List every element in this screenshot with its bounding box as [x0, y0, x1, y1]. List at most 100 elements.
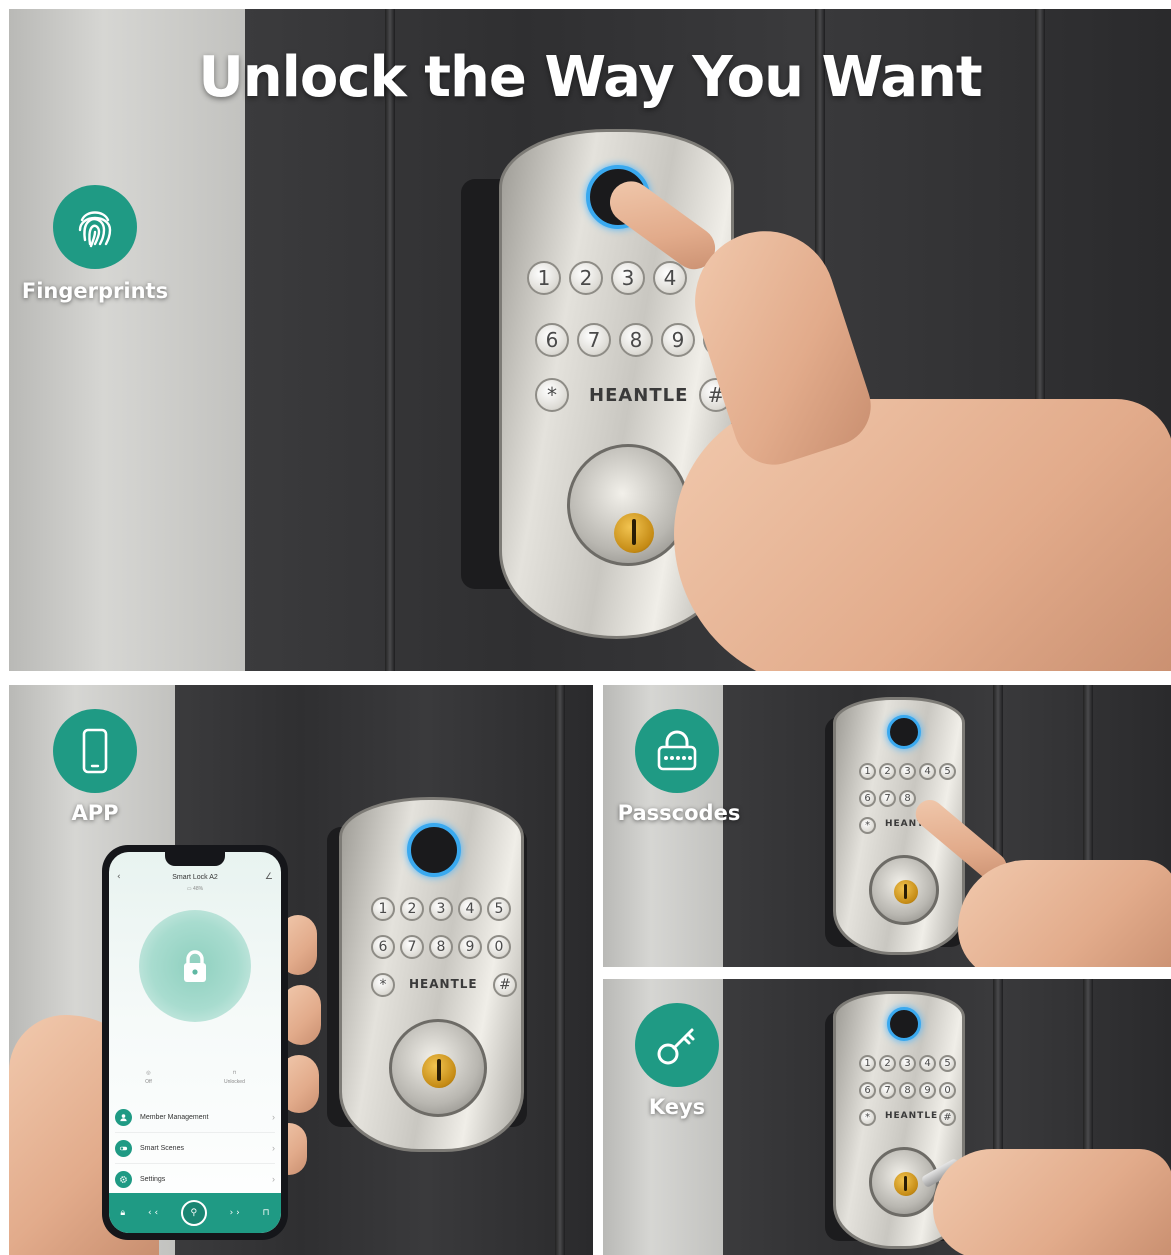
app-menu: Member Management › Smart Scenes › Setti…: [115, 1102, 275, 1195]
key-5[interactable]: 5: [939, 1055, 956, 1072]
keys-label: Keys: [648, 1095, 706, 1119]
brand-logo: HEANTLE: [409, 977, 478, 991]
unlock-slider-bar[interactable]: 🔒︎ ‹ ‹ ⚲ › › ⊓: [109, 1193, 281, 1233]
fingerprint-icon: [78, 211, 112, 248]
key-9[interactable]: 9: [919, 1082, 936, 1099]
fingerprint-badge: [53, 185, 137, 269]
keypad-row-1: 1 2 3 4 5: [859, 763, 956, 780]
key-star[interactable]: *: [859, 1109, 876, 1126]
toggle-icon: [115, 1139, 132, 1157]
key-6[interactable]: 6: [371, 935, 395, 959]
edit-icon[interactable]: ∠: [265, 872, 273, 882]
key-8[interactable]: 8: [619, 323, 653, 357]
keys-panel: Keys 1 2 3 4 5 6 7 8 9 0 * HEANTLE #: [603, 979, 1171, 1255]
key-icon: ⚲: [190, 1208, 198, 1218]
padlock-icon: [184, 950, 206, 982]
key-2[interactable]: 2: [879, 1055, 896, 1072]
key-hash[interactable]: #: [493, 973, 517, 997]
key-2[interactable]: 2: [569, 261, 603, 295]
fingerprint-panel: Unlock the Way You Want Fingerprints 1 2…: [9, 9, 1171, 671]
menu-item-settings[interactable]: Settings ›: [115, 1164, 275, 1195]
user-icon: [115, 1108, 132, 1126]
app-badge: [53, 709, 137, 793]
key-8[interactable]: 8: [899, 790, 916, 807]
keypad-row-1: 1 2 3 4 5: [371, 897, 511, 921]
app-panel: APP 1 2 3 4 5 6 7 8 9 0 * HEANTLE # ‹ Sm…: [9, 685, 593, 1255]
key-3[interactable]: 3: [899, 1055, 916, 1072]
lock-toggle[interactable]: [139, 910, 251, 1022]
key-star[interactable]: *: [535, 378, 569, 412]
power-icon: ◎: [146, 1070, 151, 1076]
key-5[interactable]: 5: [487, 897, 511, 921]
key-0[interactable]: 0: [939, 1082, 956, 1099]
key-8[interactable]: 8: [429, 935, 453, 959]
key-4[interactable]: 4: [458, 897, 482, 921]
key-0[interactable]: 0: [487, 935, 511, 959]
battery-text: 48%: [193, 886, 204, 892]
app-screen: ‹ Smart Lock A2 ∠ ▭ 48% ◎Off ⊓Unlocked: [109, 852, 281, 1233]
brand-logo: HEANTLE: [885, 1111, 939, 1121]
smartphone: ‹ Smart Lock A2 ∠ ▭ 48% ◎Off ⊓Unlocked: [102, 845, 288, 1240]
chevron-right-icon: ›: [272, 1174, 275, 1184]
key-9[interactable]: 9: [458, 935, 482, 959]
key-4[interactable]: 4: [919, 763, 936, 780]
key-3[interactable]: 3: [899, 763, 916, 780]
key-star[interactable]: *: [859, 817, 876, 834]
menu-item-smart-scenes[interactable]: Smart Scenes ›: [115, 1133, 275, 1164]
key-star[interactable]: *: [371, 973, 395, 997]
key-hash[interactable]: #: [939, 1109, 956, 1126]
key-6[interactable]: 6: [859, 790, 876, 807]
app-title: Smart Lock A2: [172, 874, 218, 881]
key-5[interactable]: 5: [939, 763, 956, 780]
fingerprint-sensor[interactable]: [887, 715, 921, 749]
key-4[interactable]: 4: [653, 261, 687, 295]
smartphone-icon: [82, 728, 108, 774]
hand: [933, 1149, 1171, 1255]
key-9[interactable]: 9: [661, 323, 695, 357]
chevron-right-icon: ›: [272, 1143, 275, 1153]
status-row: ◎ Off ⊓ Unlocked: [109, 1070, 281, 1085]
key-7[interactable]: 7: [577, 323, 611, 357]
slider-knob[interactable]: ⚲: [180, 1200, 207, 1226]
key-1[interactable]: 1: [859, 1055, 876, 1072]
menu-item-member-management[interactable]: Member Management ›: [115, 1102, 275, 1133]
key-1[interactable]: 1: [527, 261, 561, 295]
status-off: ◎ Off: [145, 1070, 152, 1085]
gear-icon: [115, 1170, 132, 1188]
chevrons-right-icon: › ›: [229, 1208, 240, 1218]
key-3[interactable]: 3: [429, 897, 453, 921]
key-2[interactable]: 2: [879, 763, 896, 780]
keypad-row-1: 1 2 3 4 5: [859, 1055, 956, 1072]
keys-badge: [635, 1003, 719, 1087]
key-6[interactable]: 6: [859, 1082, 876, 1099]
unlock-icon: ⊓: [232, 1070, 237, 1076]
keypad-row-1: 1 2 3 4: [527, 261, 687, 295]
key-7[interactable]: 7: [879, 790, 896, 807]
key-2[interactable]: 2: [400, 897, 424, 921]
fingerprint-sensor[interactable]: [407, 823, 461, 877]
hand: [958, 860, 1171, 967]
key-1[interactable]: 1: [859, 763, 876, 780]
key-1[interactable]: 1: [371, 897, 395, 921]
key-6[interactable]: 6: [535, 323, 569, 357]
unlock-icon: ⊓: [262, 1208, 270, 1218]
status-unlocked: ⊓ Unlocked: [224, 1070, 245, 1085]
fingerprints-label: Fingerprints: [21, 279, 169, 303]
key-8[interactable]: 8: [899, 1082, 916, 1099]
passcodes-badge: [635, 709, 719, 793]
fingerprint-sensor[interactable]: [887, 1007, 921, 1041]
key-cylinder: [389, 1019, 487, 1117]
key-cylinder: [567, 444, 689, 566]
key-3[interactable]: 3: [611, 261, 645, 295]
keypad-row-2: 6 7 8 9 0: [371, 935, 511, 959]
passcodes-label: Passcodes: [617, 801, 741, 825]
key-7[interactable]: 7: [400, 935, 424, 959]
keypad-row-2: 6 7 8: [859, 790, 916, 807]
smart-lock: 1 2 3 4 5 6 7 8 9 0 * HEANTLE #: [327, 797, 537, 1157]
chevron-right-icon: ›: [272, 1112, 275, 1122]
key-7[interactable]: 7: [879, 1082, 896, 1099]
battery-level: ▭ 48%: [186, 886, 204, 892]
key-4[interactable]: 4: [919, 1055, 936, 1072]
passcodes-panel: Passcodes 1 2 3 4 5 6 7 8 * HEANTLE: [603, 685, 1171, 967]
key-icon: [657, 1028, 695, 1065]
